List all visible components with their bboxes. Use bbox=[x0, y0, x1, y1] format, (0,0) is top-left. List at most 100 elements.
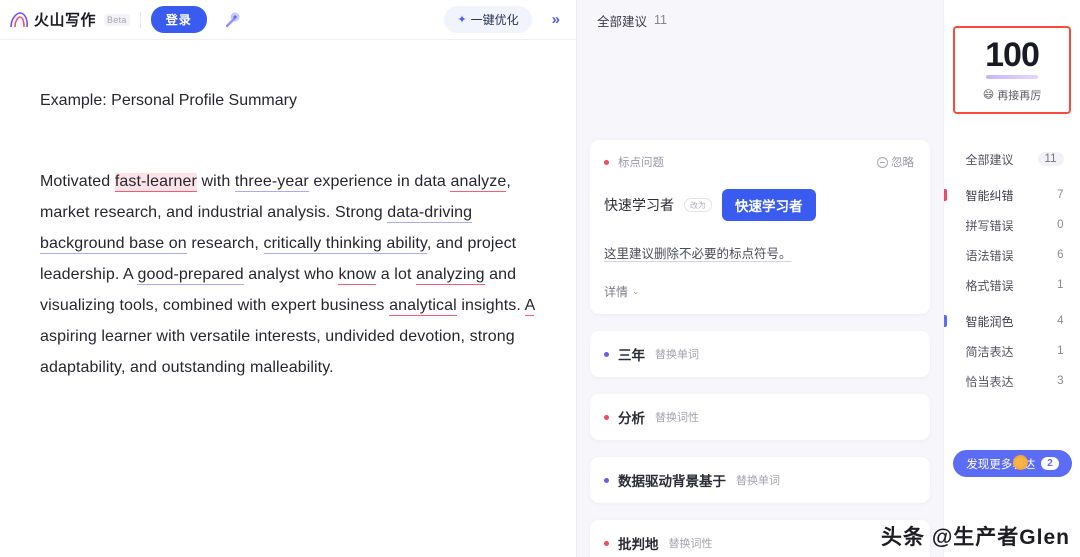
app-root: 火山写作 Beta 登录 ✦ 一键优化 » Example: Personal … bbox=[0, 0, 1080, 557]
text-run: analyst who bbox=[243, 265, 339, 283]
suggestion-card-header: 标点问题 忽略 bbox=[604, 154, 914, 170]
category-count: 1 bbox=[1057, 279, 1064, 291]
score-underline-decoration bbox=[986, 74, 1038, 79]
category-count: 0 bbox=[1057, 219, 1064, 231]
severity-dot-icon bbox=[604, 540, 609, 546]
category-label: 智能润色 bbox=[965, 314, 1014, 329]
discover-more-button[interactable]: 发现更多表达 2 bbox=[953, 450, 1072, 477]
volcano-logo-icon bbox=[8, 10, 30, 30]
severity-dot-icon bbox=[604, 159, 609, 165]
smile-emoji-icon: 😄 bbox=[982, 89, 995, 101]
category-row-简洁表达[interactable]: 简洁表达 1 bbox=[944, 336, 1080, 366]
flagged-text-run[interactable]: fast-learner bbox=[114, 172, 197, 192]
category-count: 4 bbox=[1057, 315, 1064, 327]
category-count: 3 bbox=[1057, 375, 1064, 387]
optimize-label: 一键优化 bbox=[470, 13, 519, 27]
category-row-格式错误[interactable]: 格式错误 1 bbox=[944, 270, 1080, 300]
suggestions-header-label: 全部建议 bbox=[597, 14, 648, 29]
flagged-text-run[interactable]: three-year bbox=[234, 172, 309, 192]
text-run: experience in data bbox=[308, 172, 451, 190]
replace-arrow-icon: 改为 bbox=[684, 198, 712, 212]
toolbar-divider bbox=[139, 11, 141, 28]
suggestion-item-word: 三年 bbox=[618, 348, 645, 363]
severity-dot-icon bbox=[604, 477, 609, 483]
top-toolbar: 火山写作 Beta 登录 ✦ 一键优化 » bbox=[0, 0, 576, 40]
category-count: 11 bbox=[1037, 152, 1064, 166]
severity-dot-icon bbox=[604, 414, 609, 420]
text-run: research, bbox=[186, 234, 264, 252]
suggestion-list-item[interactable]: 批判地 替换词性 bbox=[590, 520, 930, 557]
minus-circle-icon bbox=[877, 156, 888, 168]
suggestions-panel: 全部建议 11 标点问题 忽略 快速学习者 改为 快速学习者 这里建议删除不必要… bbox=[577, 0, 943, 557]
flagged-text-run[interactable]: good-prepared bbox=[137, 265, 244, 285]
suggestion-list-item[interactable]: 三年 替换单词 bbox=[590, 331, 930, 377]
suggestion-mini-list: 三年 替换单词 分析 替换词性 数据驱动背景基于 替换单词 批判地 替换词性 bbox=[590, 331, 930, 557]
watermark: 头条 @生产者Glen bbox=[881, 526, 1070, 549]
one-click-optimize-button[interactable]: ✦ 一键优化 bbox=[444, 6, 532, 33]
details-label: 详情 bbox=[604, 285, 629, 299]
suggestion-item-tag: 替换词性 bbox=[668, 538, 713, 550]
text-run: insights. bbox=[456, 296, 525, 314]
suggestion-item-word: 批判地 bbox=[618, 537, 659, 552]
suggestion-list-item[interactable]: 数据驱动背景基于 替换单词 bbox=[590, 457, 930, 503]
suggestion-item-word: 数据驱动背景基于 bbox=[618, 474, 726, 489]
flagged-text-run[interactable]: analyzing bbox=[416, 265, 485, 285]
ignore-label: 忽略 bbox=[891, 157, 914, 169]
collapse-panel-icon[interactable]: » bbox=[546, 9, 566, 30]
category-row-智能纠错[interactable]: 智能纠错 7 bbox=[943, 180, 1080, 210]
text-run: a lot bbox=[376, 265, 417, 283]
suggestion-item-tag: 替换词性 bbox=[655, 412, 699, 424]
category-accent-bar bbox=[943, 315, 947, 327]
category-row-全部建议[interactable]: 全部建议 11 bbox=[944, 144, 1080, 174]
suggestion-description: 这里建议删除不必要的标点符号。 bbox=[604, 247, 792, 261]
category-label: 简洁表达 bbox=[965, 344, 1014, 359]
suggestions-header: 全部建议 11 bbox=[577, 0, 943, 40]
document-paragraph: Motivated fast-learner with three-year e… bbox=[40, 166, 536, 383]
suggestions-list: 标点问题 忽略 快速学习者 改为 快速学习者 这里建议删除不必要的标点符号。 详… bbox=[577, 40, 943, 557]
text-run: aspiring learner with versatile interest… bbox=[40, 327, 515, 376]
category-row-智能润色[interactable]: 智能润色 4 bbox=[943, 306, 1080, 336]
category-row-恰当表达[interactable]: 恰当表达 3 bbox=[944, 366, 1080, 396]
severity-dot-icon bbox=[604, 351, 609, 357]
flagged-text-run[interactable]: analyze bbox=[450, 172, 507, 192]
original-word: 快速学习者 bbox=[604, 197, 674, 213]
category-count: 1 bbox=[1057, 345, 1064, 357]
suggestion-card[interactable]: 标点问题 忽略 快速学习者 改为 快速学习者 这里建议删除不必要的标点符号。 详… bbox=[590, 140, 930, 314]
category-count: 7 bbox=[1057, 189, 1064, 201]
magic-wand-icon[interactable] bbox=[219, 7, 247, 33]
chevron-down-icon: ⌄ bbox=[632, 286, 640, 296]
suggestion-type-label: 标点问题 bbox=[618, 157, 664, 169]
discover-badge: 2 bbox=[1041, 457, 1059, 470]
suggestion-list-item[interactable]: 分析 替换词性 bbox=[590, 394, 930, 440]
category-label: 智能纠错 bbox=[965, 188, 1014, 203]
category-list: 全部建议 11 智能纠错 7 拼写错误 0 语法错误 6 格式错误 1 智能润色 4 简洁表达 1 恰当表达… bbox=[943, 144, 1080, 396]
flagged-text-run[interactable]: analytical bbox=[389, 296, 457, 316]
category-label: 格式错误 bbox=[965, 278, 1014, 293]
category-label: 拼写错误 bbox=[965, 218, 1014, 233]
document-title: Example: Personal Profile Summary bbox=[40, 92, 297, 109]
login-button[interactable]: 登录 bbox=[150, 6, 207, 33]
score-caption-label: 再接再厉 bbox=[997, 89, 1042, 102]
document-body[interactable]: Motivated fast-learner with three-year e… bbox=[40, 166, 536, 383]
flagged-text-run[interactable]: A bbox=[524, 296, 535, 316]
text-run: Motivated bbox=[40, 172, 115, 190]
flagged-text-run[interactable]: critically thinking ability bbox=[263, 234, 427, 254]
suggestion-replacement-row: 快速学习者 改为 快速学习者 bbox=[604, 189, 914, 221]
category-row-语法错误[interactable]: 语法错误 6 bbox=[944, 240, 1080, 270]
ignore-button[interactable]: 忽略 bbox=[877, 154, 914, 170]
suggestion-details-toggle[interactable]: 详情 ⌄ bbox=[604, 283, 914, 300]
brand-logo[interactable]: 火山写作 Beta bbox=[8, 9, 130, 30]
score-sidebar: 100 😄 再接再厉 全部建议 11 智能纠错 7 拼写错误 0 语法错误 6 格式错误 1 智能润… bbox=[943, 0, 1080, 557]
cursor-pointer-icon bbox=[1013, 455, 1028, 470]
brand-name: 火山写作 bbox=[34, 12, 97, 29]
score-value: 100 bbox=[985, 35, 1040, 74]
category-accent-bar bbox=[943, 189, 947, 201]
flagged-text-run[interactable]: know bbox=[338, 265, 377, 285]
apply-replacement-button[interactable]: 快速学习者 bbox=[722, 189, 816, 221]
score-card: 100 😄 再接再厉 bbox=[953, 26, 1071, 114]
score-caption: 😄 再接再厉 bbox=[983, 87, 1041, 103]
document-editor[interactable]: Example: Personal Profile Summary Motiva… bbox=[0, 40, 576, 557]
category-row-拼写错误[interactable]: 拼写错误 0 bbox=[944, 210, 1080, 240]
category-label: 全部建议 bbox=[965, 152, 1014, 167]
sparkle-icon: ✦ bbox=[457, 14, 467, 26]
